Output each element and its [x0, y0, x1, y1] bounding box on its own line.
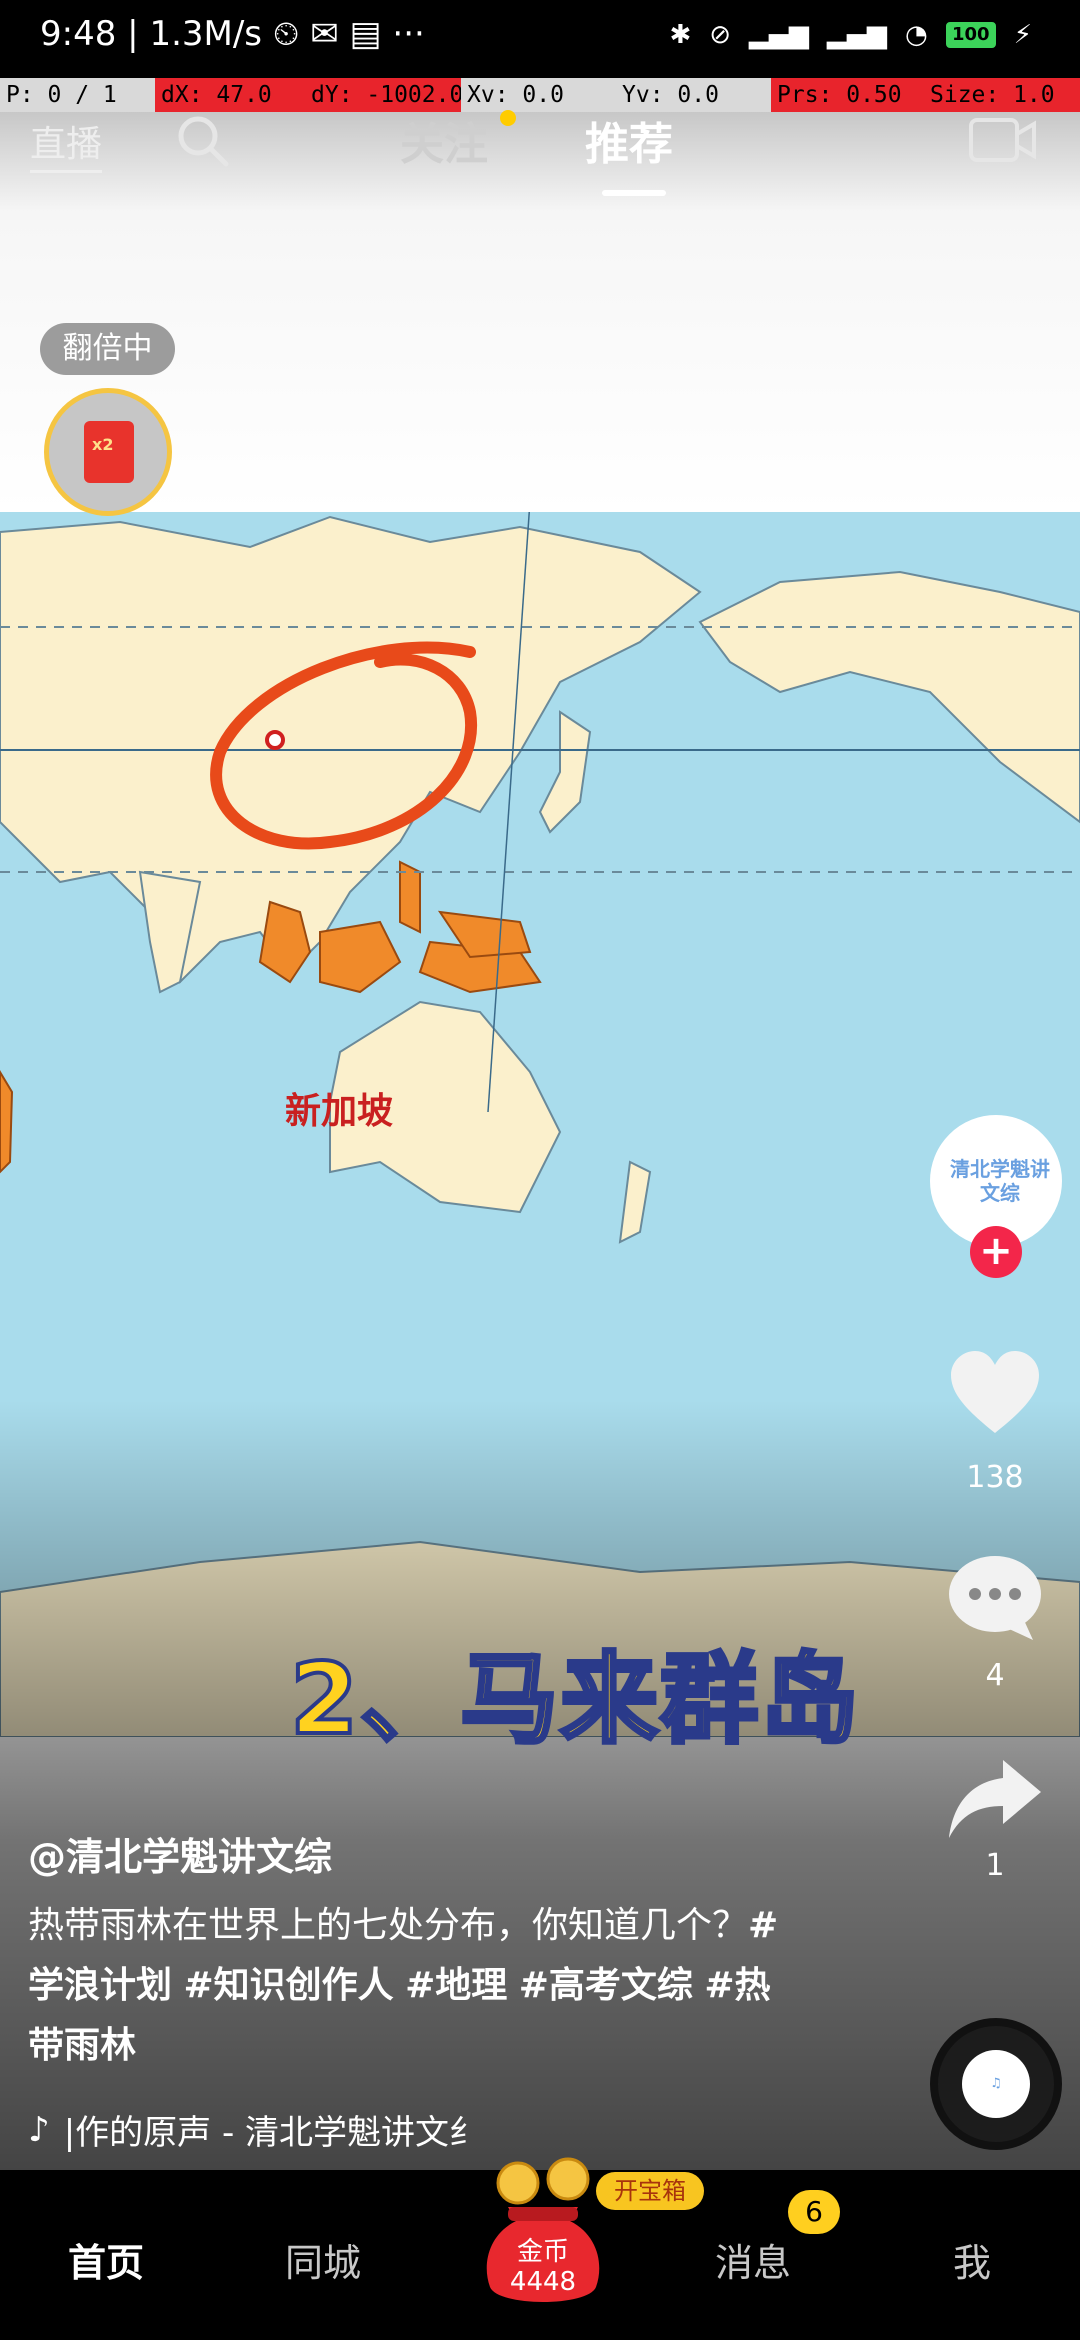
author-name[interactable]: @清北学魁讲文综 [28, 1826, 332, 1881]
messages-badge: 6 [788, 2190, 840, 2234]
follow-new-dot [500, 110, 516, 126]
charging-icon: ⚡ [1013, 20, 1032, 50]
active-tab-indicator [602, 190, 666, 196]
tab-follow[interactable]: 关注 [400, 108, 488, 172]
search-icon[interactable] [172, 110, 232, 170]
red-envelope-icon: x2 [84, 421, 134, 483]
video-caption: 2、马来群岛 [288, 1641, 861, 1759]
hashtag[interactable]: #地理 [405, 1965, 507, 2006]
tab-home[interactable]: 首页 [68, 2232, 144, 2287]
coin-balance[interactable]: 金币 4448 [478, 2237, 608, 2297]
music-disc-cover: ♫ [962, 2050, 1030, 2118]
multiplier-label: x2 [92, 435, 114, 454]
post-description: 热带雨林在世界上的七处分布，你知道几个？#学浪计划 #知识创作人 #地理 #高考… [28, 1896, 798, 2076]
debug-prs: Prs: 0.50 [771, 78, 924, 112]
hashtag[interactable]: #知识创作人 [183, 1965, 393, 2006]
alarm-icon: ⏲ [272, 14, 311, 54]
debug-size: Size: 1.0 [924, 78, 1080, 112]
nfc-icon: ⊘ [709, 20, 732, 50]
coin-label: 金币 [516, 2237, 569, 2267]
top-navigation: 直播 关注 推荐 [0, 110, 1080, 220]
like-count: 138 [966, 1460, 1024, 1495]
tab-city[interactable]: 同城 [285, 2232, 361, 2287]
comment-icon[interactable] [945, 1548, 1045, 1648]
signal-icon-1: ▂▄▆ [749, 20, 810, 50]
double-reward-badge[interactable]: 翻倍中 [40, 323, 175, 375]
bottom-gradient [0, 1400, 1080, 2200]
debug-pointer: P: 0 / 1 [6, 82, 117, 108]
status-divider: | [127, 14, 150, 54]
debug-dx: dX: 47.0 [155, 78, 305, 112]
reward-envelope-button[interactable]: x2 [44, 388, 172, 516]
map-city-label: 新加坡 [285, 1091, 394, 1132]
open-treasure-label[interactable]: 开宝箱 [596, 2172, 704, 2210]
battery-icon: 100 [945, 22, 996, 48]
music-note-icon: ♪ [28, 2109, 50, 2150]
tab-messages[interactable]: 消息 [715, 2232, 791, 2287]
wechat-icon: ✉ [310, 14, 350, 54]
tab-recommend[interactable]: 推荐 [585, 108, 673, 172]
heart-icon[interactable] [945, 1345, 1045, 1445]
follow-plus-button[interactable]: + [970, 1226, 1022, 1278]
debug-dy: dY: -1002.0 [305, 78, 461, 112]
coin-value: 4448 [509, 2267, 577, 2297]
bluetooth-icon: ✱ [669, 20, 692, 50]
live-button[interactable]: 直播 [30, 115, 103, 173]
debug-yv: Yv: 0.0 [622, 82, 719, 108]
hashtag[interactable]: #高考文综 [519, 1965, 693, 2006]
pointer-debug-overlay: P: 0 / 1 dX: 47.0 dY: -1002.0 Xv: 0.0 Yv… [0, 78, 1080, 112]
music-title: |作的原声 - 清北学魁讲文纟 [63, 2113, 484, 2153]
message-icon: ▤ [349, 14, 393, 54]
avatar-text: 清北学魁讲文综 [950, 1157, 1050, 1205]
description-text: 热带雨林在世界上的七处分布，你知道几个？ [28, 1905, 749, 1946]
share-icon[interactable] [945, 1748, 1045, 1848]
music-row[interactable]: ♪ |作的原声 - 清北学魁讲文纟 [28, 2105, 483, 2154]
more-notifications-icon: ··· [392, 14, 425, 54]
status-bar: 9:48 | 1.3M/s ⏲ ✉ ▤ ··· ✱ ⊘ ▂▄▆ ▂▄▆ ◔ 10… [0, 0, 1080, 78]
music-disc[interactable]: ♫ [930, 2018, 1062, 2150]
city-marker [265, 730, 285, 750]
tab-me[interactable]: 我 [953, 2232, 991, 2287]
network-speed: 1.3M/s [149, 14, 263, 54]
signal-icon-2: ▂▄▆ [827, 20, 888, 50]
share-count: 1 [985, 1848, 1005, 1883]
camera-icon[interactable] [968, 114, 1038, 166]
debug-xv: Xv: 0.0 [467, 82, 564, 108]
wifi-icon: ◔ [905, 20, 928, 50]
comment-count: 4 [985, 1658, 1005, 1693]
status-time: 9:48 [40, 14, 117, 54]
